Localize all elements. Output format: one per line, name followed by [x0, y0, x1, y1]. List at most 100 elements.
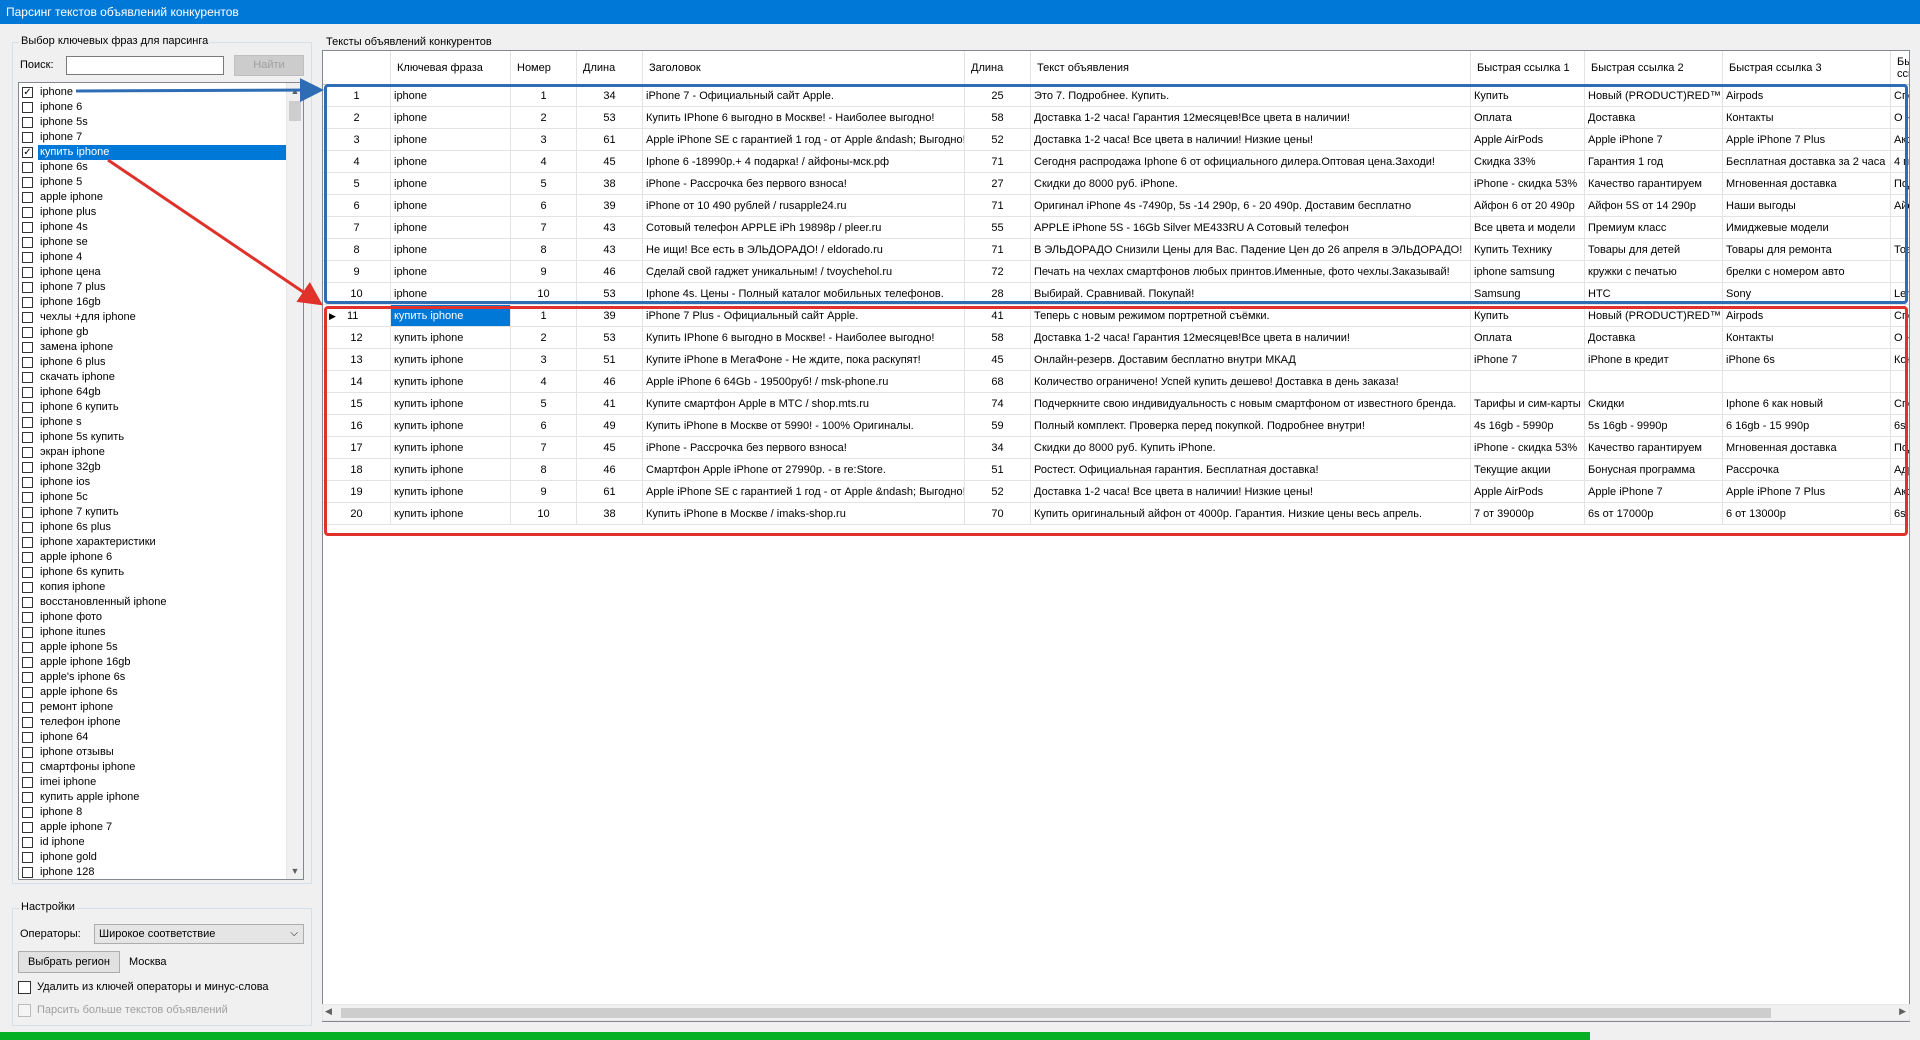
- table-cell[interactable]: Сотовый телефон APPLE iPh 19898р / pleer…: [643, 217, 965, 239]
- keyword-item[interactable]: iphone 7: [20, 130, 288, 145]
- keyword-item[interactable]: восстановленный iphone: [20, 595, 288, 610]
- row-header[interactable]: 15: [323, 393, 391, 415]
- table-cell[interactable]: 5s 16gb - 9990р: [1585, 415, 1723, 437]
- keyword-checkbox[interactable]: [22, 837, 33, 848]
- keyword-label[interactable]: iphone 7: [38, 130, 84, 145]
- table-cell[interactable]: О н: [1891, 327, 1909, 349]
- table-cell[interactable]: Sony: [1723, 283, 1891, 305]
- keyword-checkbox[interactable]: [22, 852, 33, 863]
- table-cell[interactable]: Айфон 5S от 14 290р: [1585, 195, 1723, 217]
- scroll-thumb[interactable]: [289, 101, 301, 121]
- table-cell[interactable]: Iphone 6 -18990р.+ 4 подарка! / айфоны-м…: [643, 151, 965, 173]
- table-cell[interactable]: Купить IPhone 6 выгодно в Москве! - Наиб…: [643, 107, 965, 129]
- keyword-checkbox[interactable]: [22, 417, 33, 428]
- table-cell[interactable]: 53: [577, 107, 643, 129]
- table-cell[interactable]: Айфон 6 от 20 490р: [1471, 195, 1585, 217]
- table-cell[interactable]: 38: [577, 173, 643, 195]
- table-cell[interactable]: Контакты: [1723, 327, 1891, 349]
- keyword-label[interactable]: apple iphone 5s: [38, 640, 120, 655]
- row-header[interactable]: 7: [323, 217, 391, 239]
- keyword-checkbox[interactable]: [22, 717, 33, 728]
- keyword-checkbox[interactable]: [22, 102, 33, 113]
- table-cell[interactable]: Товары для детей: [1585, 239, 1723, 261]
- table-cell[interactable]: 72: [965, 261, 1031, 283]
- table-cell[interactable]: Сегодня распродажа Iphone 6 от официальн…: [1031, 151, 1471, 173]
- keyword-checkbox[interactable]: [22, 747, 33, 758]
- table-cell[interactable]: Новый (PRODUCT)RED™: [1585, 85, 1723, 107]
- keyword-checkbox[interactable]: [22, 672, 33, 683]
- table-cell[interactable]: [1891, 217, 1909, 239]
- table-cell[interactable]: Airpods: [1723, 305, 1891, 327]
- column-header[interactable]: Длина: [577, 51, 643, 85]
- keyword-label[interactable]: iphone фото: [38, 610, 104, 625]
- keyword-checkbox[interactable]: [22, 312, 33, 323]
- column-header[interactable]: Заголовок: [643, 51, 965, 85]
- table-cell[interactable]: Купить iPhone в Москве / imaks-shop.ru: [643, 503, 965, 525]
- table-cell[interactable]: 51: [577, 349, 643, 371]
- table-cell[interactable]: купить iphone: [391, 327, 511, 349]
- keyword-item[interactable]: ремонт iphone: [20, 700, 288, 715]
- keyword-label[interactable]: чехлы +для iphone: [38, 310, 138, 325]
- row-header[interactable]: 4: [323, 151, 391, 173]
- table-cell[interactable]: Все цвета и модели: [1471, 217, 1585, 239]
- keyword-checkbox[interactable]: ✓: [22, 147, 33, 158]
- table-cell[interactable]: купить iphone: [391, 503, 511, 525]
- table-cell[interactable]: Оригинал iPhone 4s -7490р, 5s -14 290р, …: [1031, 195, 1471, 217]
- column-header[interactable]: Быстрая ссылка 3: [1723, 51, 1891, 85]
- keyword-item[interactable]: iphone s: [20, 415, 288, 430]
- table-cell[interactable]: 4s 16gb - 5990р: [1471, 415, 1585, 437]
- table-cell[interactable]: Спе: [1891, 393, 1909, 415]
- table-cell[interactable]: Доставка 1-2 часа! Все цвета в наличии! …: [1031, 481, 1471, 503]
- table-cell[interactable]: iphone: [391, 129, 511, 151]
- table-cell[interactable]: Купить: [1471, 85, 1585, 107]
- column-header[interactable]: Быстрая ссылка: [1891, 51, 1909, 85]
- table-cell[interactable]: iPhone 7: [1471, 349, 1585, 371]
- keyword-label[interactable]: iphone 8: [38, 805, 84, 820]
- keyword-label[interactable]: iphone 5c: [38, 490, 90, 505]
- keyword-item[interactable]: копия iphone: [20, 580, 288, 595]
- keyword-item[interactable]: apple's iphone 6s: [20, 670, 288, 685]
- table-cell[interactable]: 8: [511, 239, 577, 261]
- table-cell[interactable]: iphone: [391, 195, 511, 217]
- table-cell[interactable]: 4: [511, 371, 577, 393]
- keyword-checkbox[interactable]: [22, 612, 33, 623]
- table-cell[interactable]: 41: [965, 305, 1031, 327]
- table-cell[interactable]: Airpods: [1723, 85, 1891, 107]
- table-cell[interactable]: Скидки: [1585, 393, 1723, 415]
- keyword-label[interactable]: скачать iphone: [38, 370, 117, 385]
- table-cell[interactable]: 8: [511, 459, 577, 481]
- keyword-item[interactable]: iphone 64: [20, 730, 288, 745]
- table-cell[interactable]: 45: [965, 349, 1031, 371]
- table-cell[interactable]: iPhone - скидка 53%: [1471, 173, 1585, 195]
- table-cell[interactable]: Рассрочка: [1723, 459, 1891, 481]
- keyword-checkbox[interactable]: ✓: [22, 87, 33, 98]
- keyword-label[interactable]: iphone характеристики: [38, 535, 158, 550]
- column-header[interactable]: Быстрая ссылка 2: [1585, 51, 1723, 85]
- table-cell[interactable]: 6 16gb - 15 990р: [1723, 415, 1891, 437]
- row-header[interactable]: 8: [323, 239, 391, 261]
- keyword-label[interactable]: apple iphone 7: [38, 820, 114, 835]
- table-cell[interactable]: iPhone 7 - Официальный сайт Apple.: [643, 85, 965, 107]
- table-cell[interactable]: 2: [511, 107, 577, 129]
- row-header[interactable]: 10: [323, 283, 391, 305]
- table-cell[interactable]: Мгновенная доставка: [1723, 173, 1891, 195]
- keyword-checkbox[interactable]: [22, 192, 33, 203]
- table-cell[interactable]: 34: [577, 85, 643, 107]
- table-cell[interactable]: iPhone в кредит: [1585, 349, 1723, 371]
- keyword-checkbox[interactable]: [22, 462, 33, 473]
- table-cell[interactable]: купить iphone: [391, 305, 511, 327]
- table-cell[interactable]: iPhone 7 Plus - Официальный сайт Apple.: [643, 305, 965, 327]
- table-cell[interactable]: 28: [965, 283, 1031, 305]
- table-cell[interactable]: 7: [511, 437, 577, 459]
- keyword-label[interactable]: iphone 64: [38, 730, 90, 745]
- table-cell[interactable]: iphone: [391, 283, 511, 305]
- keyword-label[interactable]: iphone 6s купить: [38, 565, 126, 580]
- table-cell[interactable]: Качество гарантируем: [1585, 173, 1723, 195]
- keyword-label[interactable]: apple iphone: [38, 190, 105, 205]
- keyword-item[interactable]: iphone itunes: [20, 625, 288, 640]
- keyword-checkbox[interactable]: [22, 477, 33, 488]
- table-cell[interactable]: Бонусная программа: [1585, 459, 1723, 481]
- table-cell[interactable]: Apple iPhone 7 Plus: [1723, 481, 1891, 503]
- keyword-label[interactable]: iphone se: [38, 235, 90, 250]
- table-cell[interactable]: 10: [511, 503, 577, 525]
